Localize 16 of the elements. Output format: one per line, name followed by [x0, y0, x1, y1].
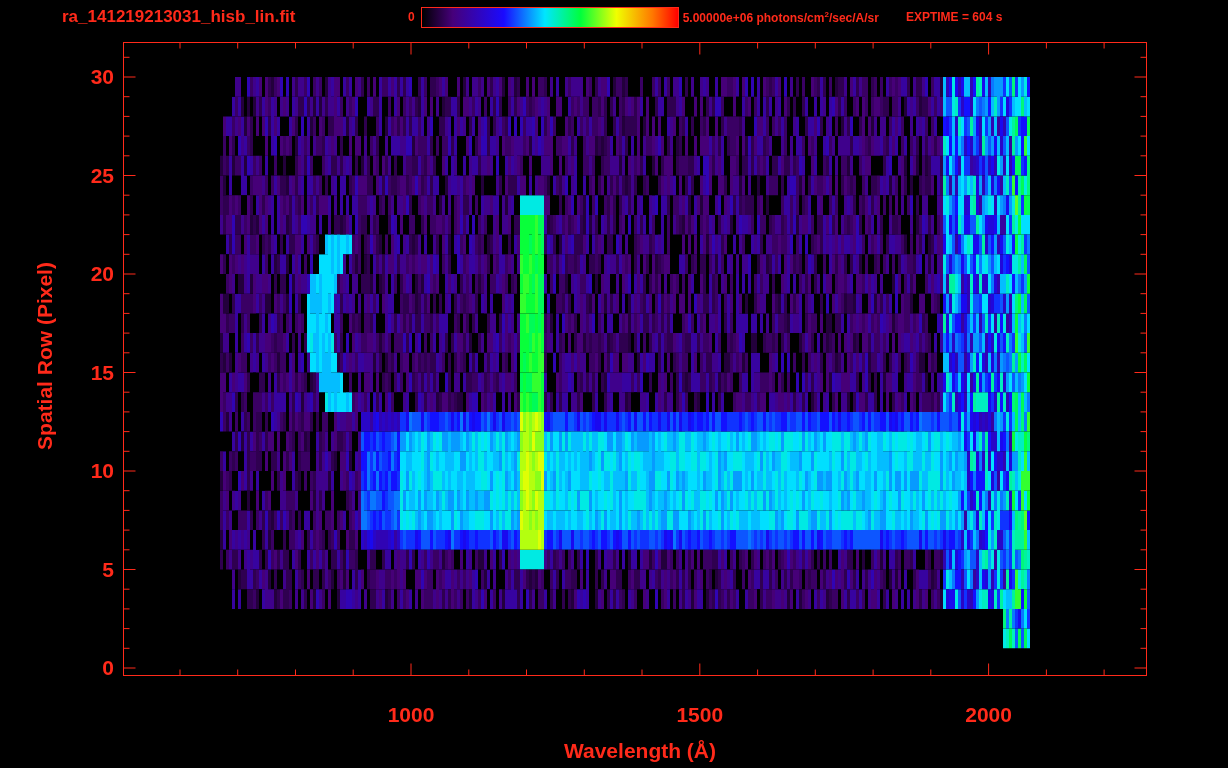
x-tick-label: 1500 — [676, 703, 724, 726]
y-tick-label: 30 — [90, 65, 114, 88]
y-tick-label: 20 — [90, 262, 114, 285]
x-tick-label: 2000 — [965, 703, 1012, 726]
y-tick-label: 0 — [102, 656, 114, 679]
y-tick-label: 25 — [90, 163, 114, 187]
colorbar-min-label: 0 — [408, 10, 415, 24]
x-axis-label: Wavelength (Å) — [563, 739, 717, 762]
y-tick-label: 10 — [90, 459, 114, 482]
x-tick-label: 1000 — [387, 703, 435, 726]
y-tick-label: 15 — [90, 360, 114, 384]
exposure-time-label: EXPTIME = 604 s — [905, 10, 1003, 24]
y-tick-label: 5 — [102, 557, 114, 581]
y-axis-label: Spatial Row (Pixel) — [33, 262, 56, 450]
colorbar-max-label: 5.00000e+06 photons/cm$^{2}$/sec/A/sr — [682, 9, 879, 25]
file-title: ra_141219213031_hisb_lin.fit — [61, 7, 297, 27]
